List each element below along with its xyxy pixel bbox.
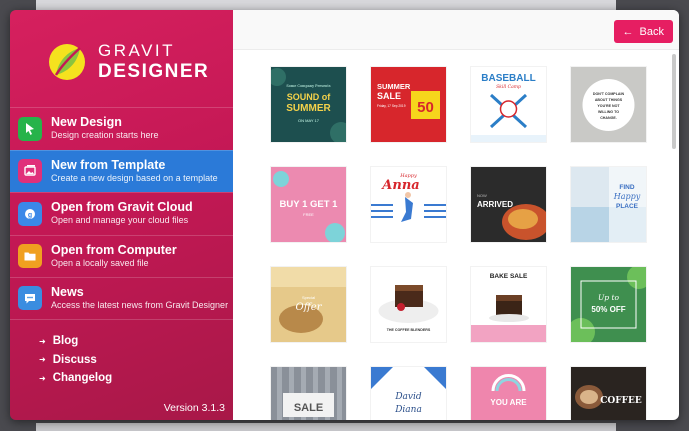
svg-text:ON MAY 17: ON MAY 17	[298, 118, 320, 123]
template-thumbnail[interactable]: BASEBALL Skill Camp	[471, 67, 546, 142]
template-thumbnail[interactable]: David Diana	[371, 367, 446, 420]
app-logo: GRAVIT DESIGNER	[48, 42, 209, 81]
menu-item-title: Open from Gravit Cloud	[51, 200, 193, 215]
template-thumbnail[interactable]: Some Company Presents SOUND of SUMMER ON…	[271, 67, 346, 142]
svg-text:DON'T COMPLAIN: DON'T COMPLAIN	[593, 92, 625, 96]
logo-text-gravit: GRAVIT	[98, 41, 176, 60]
template-thumbnail[interactable]: FIND Happy PLACE	[571, 167, 646, 242]
template-thumbnail[interactable]: BUY 1 GET 1 FREE	[271, 167, 346, 242]
arrow-left-icon: ←	[622, 25, 634, 38]
template-browser: ← Back Some Company Presents SOUND of SU…	[233, 10, 679, 420]
svg-text:THE COFFEE BLENDERS: THE COFFEE BLENDERS	[387, 328, 431, 332]
template-thumbnail[interactable]: THE COFFEE BLENDERS	[371, 267, 446, 342]
svg-text:COFFEE: COFFEE	[600, 396, 642, 406]
vertical-scrollbar[interactable]	[672, 54, 676, 149]
footer-links: ➜ Blog ➜ Discuss ➜ Changelog	[39, 335, 112, 391]
svg-text:CHANGE.: CHANGE.	[600, 116, 617, 120]
svg-text:YOU'RE NOT: YOU'RE NOT	[597, 104, 620, 108]
svg-text:ABOUT THINGS: ABOUT THINGS	[595, 98, 623, 102]
menu-item-subtitle: Create a new design based on a template	[51, 172, 218, 183]
logo-text-designer: DESIGNER	[98, 61, 210, 82]
svg-text:Some Company Presents: Some Company Presents	[286, 84, 330, 88]
svg-text:FIND: FIND	[619, 184, 634, 191]
menu-item-subtitle: Design creation starts here	[51, 130, 159, 141]
menu-item-subtitle: Open and manage your cloud files	[51, 215, 189, 226]
svg-text:SUMMER: SUMMER	[286, 103, 331, 114]
svg-text:SALE: SALE	[377, 91, 401, 101]
link-blog[interactable]: ➜ Blog	[39, 335, 112, 347]
cursor-icon	[18, 116, 42, 141]
template-thumbnail[interactable]: BAKE SALE	[471, 267, 546, 342]
svg-text:Friday, 17 Sep 2019: Friday, 17 Sep 2019	[377, 104, 406, 108]
svg-text:PLACE: PLACE	[616, 203, 639, 210]
svg-text:SALE: SALE	[294, 402, 323, 414]
menu-item-subtitle: Access the latest news from Gravit Desig…	[51, 299, 229, 310]
arrow-right-icon: ➜	[39, 373, 46, 383]
svg-text:WILLING TO: WILLING TO	[598, 110, 619, 114]
svg-text:g: g	[28, 212, 32, 219]
menu-item-new-design[interactable]: New Design Design creation starts here	[10, 107, 233, 150]
svg-text:50: 50	[417, 99, 434, 116]
arrow-right-icon: ➜	[39, 336, 46, 346]
template-thumbnail[interactable]: SUMMER SALE 50 Friday, 17 Sep 2019	[371, 67, 446, 142]
svg-text:BUY 1 GET 1: BUY 1 GET 1	[280, 199, 339, 210]
svg-text:50% OFF: 50% OFF	[591, 305, 625, 314]
svg-text:SUMMER: SUMMER	[377, 82, 411, 91]
folder-icon	[18, 244, 42, 269]
start-menu: New Design Design creation starts here N…	[10, 107, 233, 320]
svg-text:FREE: FREE	[303, 212, 314, 217]
svg-text:SOUND of: SOUND of	[287, 92, 332, 102]
menu-item-subtitle: Open a locally saved file	[51, 257, 149, 268]
menu-item-new-from-template[interactable]: New from Template Create a new design ba…	[10, 149, 233, 192]
news-icon	[18, 286, 42, 311]
gravit-logo-icon	[49, 43, 85, 80]
template-thumbnail[interactable]: COFFEE	[571, 367, 646, 420]
menu-item-title: Open from Computer	[51, 242, 177, 257]
version-label: Version 3.1.3	[163, 402, 225, 414]
link-changelog[interactable]: ➜ Changelog	[39, 372, 112, 384]
background-window-top	[36, 0, 616, 10]
template-thumbnail[interactable]: DON'T COMPLAIN ABOUT THINGS YOU'RE NOT W…	[571, 67, 646, 142]
template-toolbar: ← Back	[233, 10, 679, 50]
template-thumbnail[interactable]: Up to 50% OFF	[571, 267, 646, 342]
menu-item-title: New Design	[51, 115, 122, 130]
svg-text:Skill Camp: Skill Camp	[496, 84, 521, 90]
svg-text:ARRIVED: ARRIVED	[477, 200, 513, 209]
svg-text:Diana: Diana	[394, 405, 422, 415]
template-thumbnail[interactable]: NOW ARRIVED	[471, 167, 546, 242]
svg-text:NOW: NOW	[477, 193, 487, 198]
svg-text:YOU ARE: YOU ARE	[490, 398, 527, 407]
svg-text:Happy: Happy	[613, 192, 641, 201]
svg-text:David: David	[394, 392, 422, 402]
template-thumbnail[interactable]: YOU ARE	[471, 367, 546, 420]
menu-item-open-from-cloud[interactable]: g Open from Gravit Cloud Open and manage…	[10, 192, 233, 235]
template-icon	[18, 159, 42, 184]
menu-item-news[interactable]: News Access the latest news from Gravit …	[10, 277, 233, 320]
menu-item-title: New from Template	[51, 157, 166, 172]
svg-text:Up to: Up to	[598, 293, 620, 302]
sidebar: GRAVIT DESIGNER New Design Design creati…	[10, 10, 233, 420]
svg-text:Anna: Anna	[380, 178, 419, 193]
svg-text:Offer: Offer	[296, 302, 323, 313]
template-thumbnail[interactable]: Happy Anna	[371, 167, 446, 242]
menu-item-open-from-computer[interactable]: Open from Computer Open a locally saved …	[10, 234, 233, 278]
background-window-bottom	[36, 423, 616, 431]
menu-item-title: News	[51, 284, 84, 299]
template-thumbnail[interactable]: SALE	[271, 367, 346, 420]
arrow-right-icon: ➜	[39, 355, 46, 364]
link-discuss[interactable]: ➜ Discuss	[39, 354, 112, 366]
cloud-icon: g	[18, 201, 42, 226]
template-thumbnail[interactable]: Special Offer	[271, 267, 346, 342]
back-button[interactable]: ← Back	[613, 20, 673, 43]
svg-text:BASEBALL: BASEBALL	[481, 73, 535, 84]
svg-text:Special: Special	[302, 295, 315, 300]
welcome-dialog: GRAVIT DESIGNER New Design Design creati…	[10, 10, 679, 420]
svg-text:BAKE SALE: BAKE SALE	[490, 273, 528, 280]
